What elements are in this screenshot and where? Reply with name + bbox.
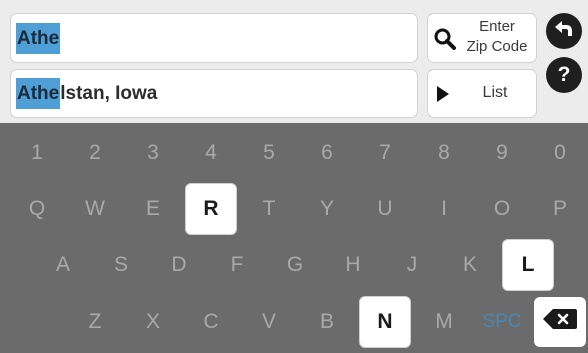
key-p: P <box>552 197 567 220</box>
enter-zip-code-button[interactable]: Enter Zip Code <box>427 13 537 63</box>
key-o: O <box>493 197 511 220</box>
key-h: H <box>345 253 361 276</box>
key-b: B <box>319 310 334 333</box>
key-2: 2 <box>89 141 101 164</box>
result-match-text: Athe <box>16 78 61 109</box>
key-z: Z <box>88 310 102 333</box>
key-s: S <box>113 253 128 276</box>
key-8: 8 <box>438 141 450 164</box>
key-g: G <box>286 253 304 276</box>
enter-zip-code-label: Enter Zip Code <box>458 17 536 57</box>
key-m: M <box>435 310 453 333</box>
on-screen-keyboard: 1 2 3 4 5 6 7 8 9 0 Q W E R T Y U I O P … <box>0 123 588 353</box>
key-x: X <box>145 310 160 333</box>
key-f: F <box>230 253 244 276</box>
key-a: A <box>55 253 70 276</box>
key-9: 9 <box>496 141 508 164</box>
search-query: Athe <box>16 22 61 54</box>
help-button[interactable]: ? <box>546 57 582 93</box>
back-button[interactable] <box>546 13 582 49</box>
backspace-key[interactable] <box>534 297 586 347</box>
list-button-label: List <box>482 84 508 101</box>
key-e: E <box>145 197 160 220</box>
key-3: 3 <box>147 141 159 164</box>
backspace-icon <box>543 309 577 335</box>
key-r[interactable]: R <box>185 183 237 235</box>
key-w: W <box>85 197 105 220</box>
result-rest-text: lstan, Iowa <box>60 82 158 104</box>
space-key: SPC <box>482 311 522 332</box>
key-k: K <box>462 253 477 276</box>
search-header: Athe Athe lstan, Iowa Enter Zip Code List… <box>0 0 588 123</box>
key-5: 5 <box>263 141 275 164</box>
key-u: U <box>377 197 393 220</box>
key-q: Q <box>28 197 46 220</box>
key-t: T <box>262 197 276 220</box>
key-0: 0 <box>554 141 566 164</box>
result-suggestion[interactable]: Athe lstan, Iowa <box>10 69 418 118</box>
search-input[interactable]: Athe <box>10 13 418 63</box>
key-v: V <box>261 310 276 333</box>
key-6: 6 <box>321 141 333 164</box>
list-button[interactable]: List <box>427 69 537 118</box>
back-arrow-icon <box>553 19 575 44</box>
key-l[interactable]: L <box>502 239 554 291</box>
key-c: C <box>203 310 219 333</box>
key-4: 4 <box>205 141 217 164</box>
key-d: D <box>171 253 187 276</box>
play-triangle-icon <box>436 85 450 108</box>
magnifier-icon <box>433 27 457 56</box>
zip-label-line1: Enter <box>479 18 515 35</box>
zip-label-line2: Zip Code <box>466 38 528 55</box>
key-y: Y <box>319 197 334 220</box>
key-i: I <box>441 197 447 220</box>
key-7: 7 <box>379 141 391 164</box>
key-j: J <box>406 253 418 276</box>
key-1: 1 <box>31 141 43 164</box>
key-n[interactable]: N <box>359 296 411 348</box>
